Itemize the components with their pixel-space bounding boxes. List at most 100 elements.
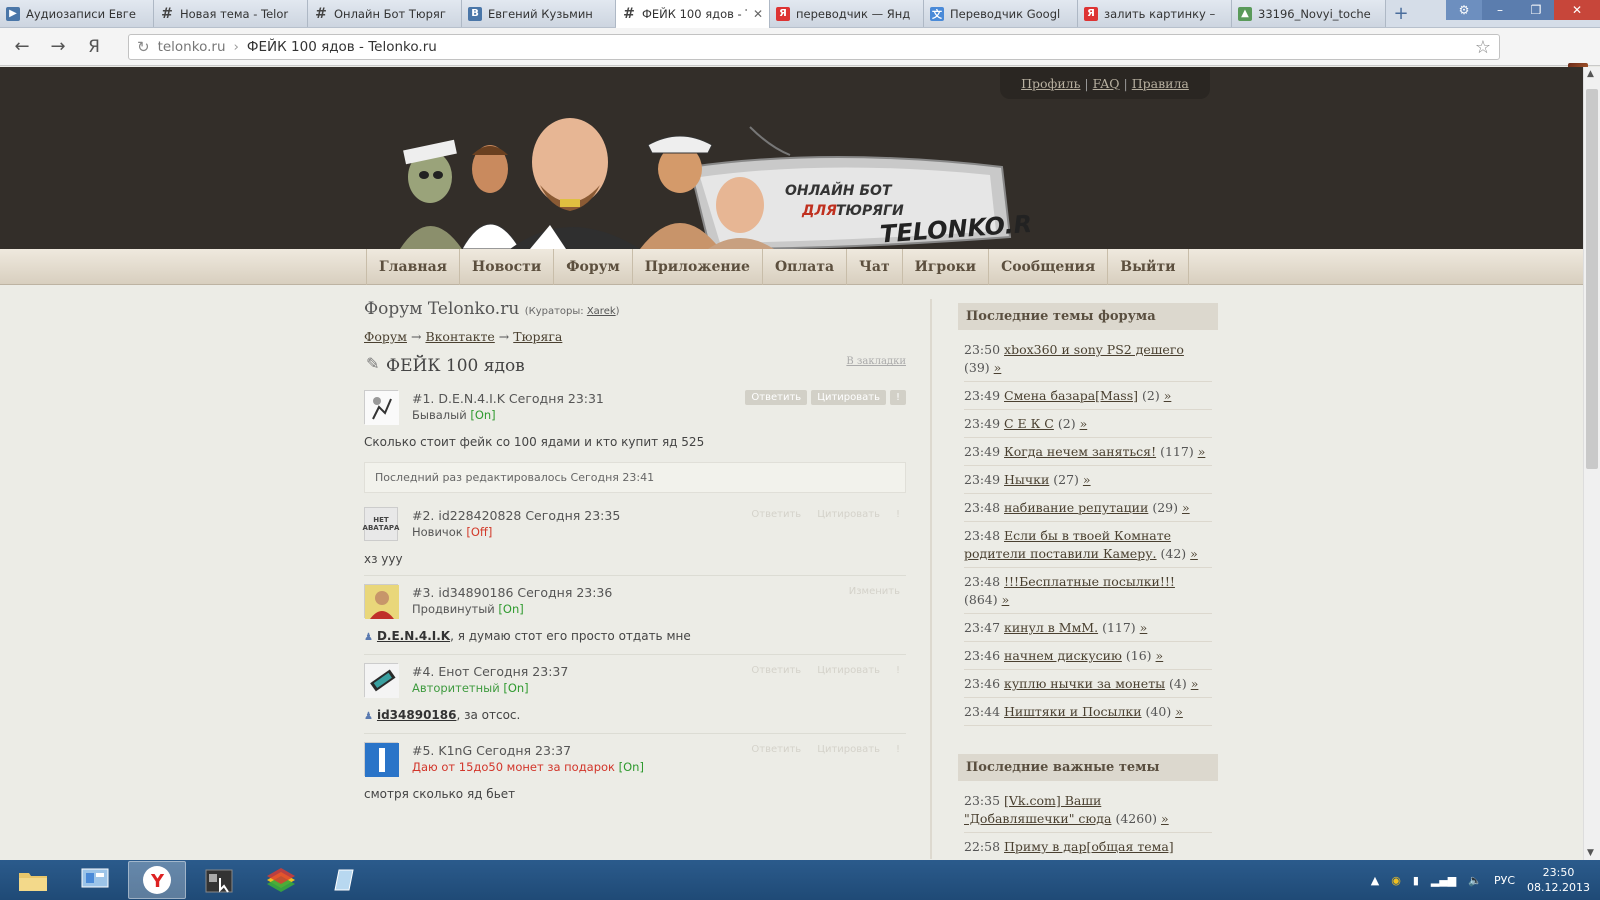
topic-link[interactable]: Нычки [1004, 472, 1049, 487]
profile-link[interactable]: Профиль [1021, 76, 1080, 91]
browser-tab[interactable]: # Онлайн Бот Тюряг [308, 0, 462, 27]
menu-item[interactable]: Главная [367, 249, 460, 285]
menu-item[interactable]: Новости [460, 249, 555, 285]
mention-link[interactable]: id34890186 [377, 708, 457, 722]
notepad-icon[interactable] [314, 861, 372, 899]
report-button[interactable]: ! [889, 390, 906, 405]
menu-item[interactable]: Приложение [633, 249, 763, 285]
reload-icon[interactable]: ↻ [137, 38, 150, 56]
browser-tab[interactable]: ▶ Аудиозаписи Евге [0, 0, 154, 27]
avatar[interactable] [364, 584, 399, 619]
menu-item[interactable]: Сообщения [989, 249, 1109, 285]
report-button[interactable]: ! [890, 663, 906, 678]
topic-last-page-link[interactable]: » [1198, 444, 1206, 459]
topic-last-page-link[interactable]: » [1191, 676, 1199, 691]
topic-last-page-link[interactable]: » [1190, 546, 1198, 561]
bookmark-star-icon[interactable]: ☆ [1475, 37, 1491, 58]
topic-last-page-link[interactable]: » [1002, 592, 1010, 607]
menu-item[interactable]: Игроки [903, 249, 990, 285]
topic-link[interactable]: кинул в МмМ. [1004, 620, 1098, 635]
topic-link[interactable]: Смена базара[Mass] [1004, 388, 1138, 403]
volume-icon[interactable]: 🔈 [1468, 874, 1482, 887]
avatar[interactable]: НЕТ АВАТАРА [363, 507, 399, 541]
quote-button[interactable]: Цитировать [811, 742, 886, 757]
new-tab-button[interactable]: + [1386, 0, 1416, 27]
app-window-icon[interactable] [190, 861, 248, 899]
minimize-button[interactable]: – [1482, 0, 1518, 20]
close-window-button[interactable]: ✕ [1554, 0, 1600, 20]
topic-last-page-link[interactable]: » [994, 360, 1002, 375]
curator-link[interactable]: Xarek [587, 306, 616, 317]
yandex-logo-icon[interactable]: Я [76, 37, 112, 57]
faq-link[interactable]: FAQ [1093, 76, 1120, 91]
scroll-up-icon[interactable]: ▲ [1587, 69, 1594, 79]
topic-last-page-link[interactable]: » [1156, 648, 1164, 663]
avatar[interactable] [364, 390, 399, 425]
browser-tab[interactable]: Язалить картинку – [1078, 0, 1232, 27]
reply-button[interactable]: Ответить [745, 390, 808, 405]
mention-link[interactable]: D.E.N.4.I.K [377, 629, 450, 643]
topic-link[interactable]: xbox360 и sony PS2 дешего [1004, 342, 1184, 357]
topic-link[interactable]: Когда нечем заняться! [1004, 444, 1156, 459]
bluestacks-icon[interactable] [252, 861, 310, 899]
topic-link[interactable]: куплю нычки за монеты [1004, 676, 1165, 691]
topic-last-page-link[interactable]: » [1164, 388, 1172, 403]
show-hidden-icons-icon[interactable]: ▲ [1371, 874, 1379, 887]
menu-item[interactable]: Выйти [1108, 249, 1189, 285]
breadcrumb-vkontakte[interactable]: Вконтакте [425, 329, 494, 344]
language-indicator[interactable]: РУС [1494, 874, 1515, 887]
bookmark-link[interactable]: В закладки [846, 356, 906, 367]
scroll-down-icon[interactable]: ▼ [1587, 848, 1594, 858]
menu-item[interactable]: Оплата [763, 249, 848, 285]
breadcrumb-turyaga[interactable]: Тюряга [513, 329, 562, 344]
topic-link[interactable]: Приму в дар[общая тема] [1004, 839, 1174, 854]
yandex-browser-icon[interactable]: Y [128, 861, 186, 899]
topic-link[interactable]: Ништяки и Посылки [1004, 704, 1142, 719]
rules-link[interactable]: Правила [1132, 76, 1189, 91]
avatar[interactable] [364, 742, 399, 777]
report-button[interactable]: ! [890, 742, 906, 757]
quote-button[interactable]: Цитировать [811, 390, 886, 405]
browser-tab[interactable]: B Евгений Кузьмин [462, 0, 616, 27]
system-clock[interactable]: 23:50 08.12.2013 [1527, 865, 1590, 895]
reply-button[interactable]: Ответить [745, 663, 807, 678]
browser-tab[interactable]: 文 Переводчик Googl [924, 0, 1078, 27]
reply-button[interactable]: Ответить [745, 742, 807, 757]
report-button[interactable]: ! [890, 507, 906, 522]
breadcrumb-forum[interactable]: Форум [364, 329, 407, 344]
file-explorer-icon[interactable] [4, 861, 62, 899]
security-icon[interactable]: ◉ [1391, 874, 1401, 887]
topic-last-page-link[interactable]: » [1080, 416, 1088, 431]
topic-last-page-link[interactable]: » [1140, 620, 1148, 635]
back-arrow-icon[interactable]: ← [4, 36, 40, 57]
topic-last-page-link[interactable]: » [1083, 472, 1091, 487]
edit-button[interactable]: Изменить [843, 584, 906, 599]
topic-last-page-link[interactable]: » [1175, 704, 1183, 719]
topic-link[interactable]: С Е К С [1004, 416, 1054, 431]
page-scrollbar[interactable]: ▲ ▼ [1583, 67, 1600, 860]
device-icon[interactable]: ▮ [1413, 874, 1419, 887]
menu-item[interactable]: Чат [847, 249, 903, 285]
maximize-button[interactable]: ❐ [1518, 0, 1554, 20]
browser-tab[interactable]: Япереводчик — Янд [770, 0, 924, 27]
address-bar[interactable]: ↻ telonko.ru › ФЕЙК 100 ядов - Telonko.r… [128, 34, 1500, 60]
browser-tab[interactable]: # ФЕЙК 100 ядов - Те ✕ [616, 0, 770, 28]
quote-button[interactable]: Цитировать [811, 507, 886, 522]
topic-last-page-link[interactable]: » [1182, 500, 1190, 515]
topic-last-page-link[interactable]: » [1161, 811, 1169, 826]
topic-link[interactable]: набивание репутации [1004, 500, 1148, 515]
browser-tab[interactable]: ▲ 33196_Novyi_toche [1232, 0, 1386, 27]
network-signal-icon[interactable]: ▂▄▆ [1431, 874, 1456, 887]
topic-link[interactable]: начнем дискусию [1004, 648, 1122, 663]
site-banner-image[interactable]: ОНЛАЙН БОТ ДЛЯ ТЮРЯГИ TELONKO.RU [390, 107, 1030, 249]
scrollbar-thumb[interactable] [1586, 89, 1598, 469]
avatar[interactable] [364, 663, 399, 698]
settings-icon[interactable]: ⚙ [1446, 0, 1482, 20]
quote-button[interactable]: Цитировать [811, 663, 886, 678]
control-panel-icon[interactable] [66, 861, 124, 899]
topic-link[interactable]: !!!Бесплатные посылки!!! [1004, 574, 1175, 589]
reply-button[interactable]: Ответить [745, 507, 807, 522]
browser-tab[interactable]: # Новая тема - Telor [154, 0, 308, 27]
menu-item[interactable]: Форум [554, 249, 633, 285]
forward-arrow-icon[interactable]: → [40, 36, 76, 57]
